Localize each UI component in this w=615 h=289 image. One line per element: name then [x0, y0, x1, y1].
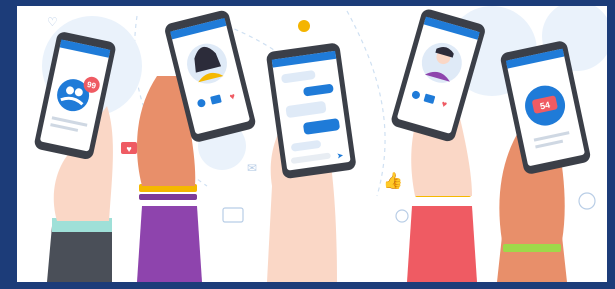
svg-text:♥: ♥ — [126, 144, 131, 154]
floating-like-icon: 👍 — [383, 171, 403, 190]
social-media-illustration: ♥ 👍 ♡ ✉ 99 ♥ ➤ ♥ 54 — [17, 6, 607, 282]
floating-profile-icon — [395, 209, 409, 223]
floating-mail-icon — [222, 207, 244, 223]
notification-badge-54: 54 — [539, 100, 551, 112]
floating-heart-icon: ♥ — [121, 142, 137, 154]
floating-heart-outline-icon: ♡ — [47, 15, 58, 29]
svg-text:👍: 👍 — [383, 171, 403, 190]
floating-chart-icon — [578, 192, 596, 210]
image-frame: ♥ 👍 ♡ ✉ 99 ♥ ➤ ♥ 54 — [0, 0, 615, 289]
floating-user-icon — [298, 20, 310, 32]
hand-phone-4: ♥ — [391, 9, 485, 282]
illustration-svg: ♥ 👍 ♡ ✉ 99 ♥ ➤ ♥ 54 — [34, 6, 607, 282]
floating-mail-outline-icon: ✉ — [247, 161, 257, 175]
hand-phone-3: ➤ — [266, 43, 356, 282]
hand-phone-5: 54 — [497, 41, 591, 282]
